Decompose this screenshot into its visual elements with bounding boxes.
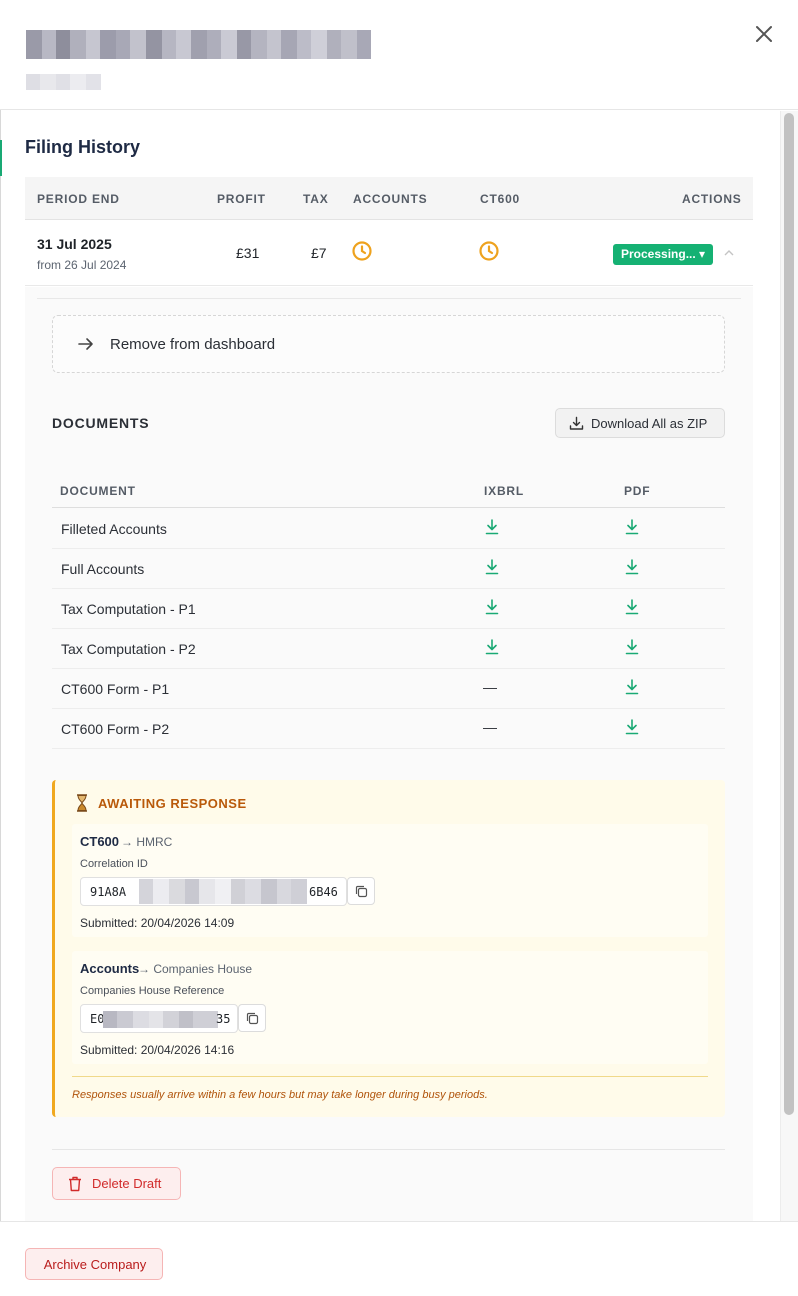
close-icon (756, 26, 772, 42)
expanded-filing-panel: Remove from dashboard DOCUMENTS Download… (25, 287, 753, 1221)
pdf-download-icon[interactable] (624, 518, 640, 536)
remove-from-dashboard-label: Remove from dashboard (110, 336, 276, 353)
ixbrl-download-icon[interactable] (484, 638, 500, 656)
ct600-destination: → HMRC (121, 835, 173, 849)
company-number-redacted (26, 74, 101, 90)
copy-ch-reference-button[interactable] (238, 1004, 266, 1032)
col-actions: ACTIONS (682, 192, 742, 206)
companies-house-reference-label: Companies House Reference (80, 985, 225, 997)
col-pdf: PDF (624, 484, 651, 498)
ch-reference-redacted (103, 1011, 218, 1028)
copy-icon (355, 885, 368, 898)
download-icon (569, 416, 584, 430)
col-ct600: CT600 (480, 192, 521, 206)
ct600-clock-icon (479, 241, 499, 261)
ixbrl-download-icon[interactable] (484, 598, 500, 616)
company-name-redacted (26, 30, 371, 59)
close-button[interactable] (752, 22, 776, 46)
documents-table-header: DOCUMENT IXBRL PDF (52, 475, 725, 508)
col-document: DOCUMENT (60, 484, 136, 498)
accounts-submission-title: Accounts (80, 961, 140, 976)
profit-value: £31 (236, 245, 260, 261)
divider (37, 298, 741, 299)
ixbrl-download-icon[interactable] (484, 518, 500, 536)
period-end-date: 31 Jul 2025 (37, 236, 112, 252)
scrollbar-thumb[interactable] (784, 113, 794, 1115)
remove-from-dashboard-button[interactable]: Remove from dashboard (52, 315, 725, 373)
awaiting-note: Responses usually arrive within a few ho… (72, 1089, 488, 1101)
document-name: Filleted Accounts (61, 521, 167, 537)
chevron-up-icon[interactable] (723, 247, 735, 259)
dialog-footer: Archive Company (0, 1221, 798, 1296)
delete-draft-label: Delete Draft (92, 1176, 162, 1191)
correlation-id-start: 91A8A (90, 885, 127, 899)
document-name: CT600 Form - P2 (61, 721, 170, 737)
ch-reference-end: 35 (216, 1012, 231, 1026)
filing-history-title: Filing History (25, 137, 141, 157)
copy-correlation-id-button[interactable] (347, 877, 375, 905)
awaiting-response-title: AWAITING RESPONSE (98, 796, 247, 811)
col-accounts: ACCOUNTS (353, 192, 428, 206)
document-name: Tax Computation - P1 (61, 601, 196, 617)
pdf-download-icon[interactable] (624, 598, 640, 616)
pdf-download-icon[interactable] (624, 678, 640, 696)
ixbrl-unavailable: — (483, 719, 497, 735)
tax-value: £7 (311, 245, 327, 261)
correlation-id-label: Correlation ID (80, 858, 148, 870)
accounts-submission-card: Accounts → Companies House Companies Hou… (72, 951, 708, 1064)
ct600-submission-card: CT600 → HMRC Correlation ID 91A8A 6B46 S… (72, 824, 708, 937)
document-name: Full Accounts (61, 561, 145, 577)
accounts-destination: → Companies House (138, 962, 253, 976)
document-row: CT600 Form - P2 — (52, 709, 725, 749)
ct600-submitted-time: Submitted: 20/04/2026 14:09 (80, 916, 235, 930)
dialog-header (0, 0, 798, 110)
pdf-download-icon[interactable] (624, 718, 640, 736)
archive-company-button[interactable]: Archive Company (25, 1248, 163, 1280)
period-from-date: from 26 Jul 2024 (37, 258, 127, 272)
delete-draft-button[interactable]: Delete Draft (52, 1167, 181, 1200)
document-row: CT600 Form - P1 — (52, 669, 725, 709)
ixbrl-download-icon[interactable] (484, 558, 500, 576)
correlation-id-redacted (139, 879, 307, 904)
col-period-end: PERIOD END (37, 192, 120, 206)
col-profit: PROFIT (217, 192, 266, 206)
document-name: CT600 Form - P1 (61, 681, 170, 697)
accounts-clock-icon (352, 241, 372, 261)
document-name: Tax Computation - P2 (61, 641, 196, 657)
trash-icon (69, 1176, 81, 1192)
correlation-id-end: 6B46 (309, 885, 338, 899)
copy-icon (246, 1012, 259, 1025)
download-all-zip-label: Download All as ZIP (591, 416, 708, 431)
col-ixbrl: IXBRL (484, 484, 524, 498)
hourglass-icon (77, 794, 87, 812)
processing-status-button[interactable]: Processing... ▾ (613, 244, 714, 265)
download-all-zip-button[interactable]: Download All as ZIP (555, 408, 725, 438)
archive-company-label: Archive Company (43, 1257, 147, 1272)
document-row: Tax Computation - P2 (52, 629, 725, 669)
awaiting-divider (72, 1076, 708, 1077)
filing-row[interactable]: 31 Jul 2025 from 26 Jul 2024 £31 £7 Proc… (25, 221, 753, 286)
awaiting-response-panel: AWAITING RESPONSE CT600 → HMRC Correlati… (52, 780, 725, 1117)
pdf-download-icon[interactable] (624, 558, 640, 576)
filing-table-header: PERIOD END PROFIT TAX ACCOUNTS CT600 ACT… (25, 177, 753, 220)
document-row: Filleted Accounts (52, 509, 725, 549)
divider (52, 1149, 725, 1150)
ct600-submission-title: CT600 (80, 834, 120, 849)
arrow-right-icon (78, 338, 93, 350)
col-tax: TAX (303, 192, 329, 206)
companies-house-reference-field[interactable]: E0 35 (80, 1004, 238, 1033)
accounts-submitted-time: Submitted: 20/04/2026 14:16 (80, 1043, 235, 1057)
documents-title: DOCUMENTS (52, 415, 150, 431)
ixbrl-unavailable: — (483, 679, 497, 695)
correlation-id-field[interactable]: 91A8A 6B46 (80, 877, 347, 906)
document-row: Full Accounts (52, 549, 725, 589)
pdf-download-icon[interactable] (624, 638, 640, 656)
document-row: Tax Computation - P1 (52, 589, 725, 629)
